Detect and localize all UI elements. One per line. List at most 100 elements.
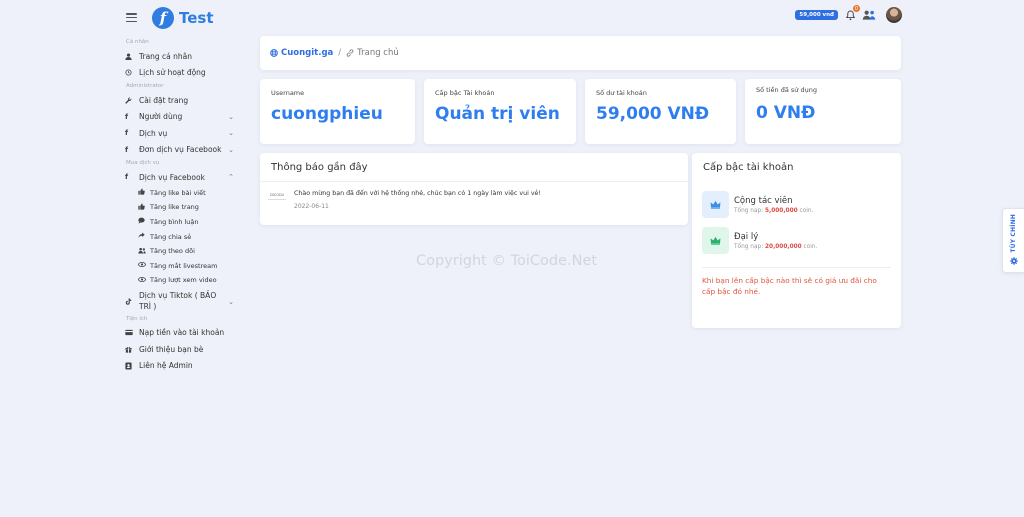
sidebar-item-users[interactable]: f Người dùng ⌄	[118, 109, 242, 126]
sidebar-item-label: Trang cá nhân	[139, 51, 193, 61]
chevron-up-icon: ⌃	[228, 173, 234, 182]
tier-name: Đại lý	[734, 231, 759, 242]
brand-logo[interactable]: f Test	[152, 7, 214, 29]
breadcrumb-separator: /	[338, 48, 342, 58]
panel-title: Cấp bậc tài khoản	[703, 161, 794, 173]
sidebar-subitem-followers[interactable]: Tăng theo dõi	[118, 244, 242, 259]
notice-text: Chào mừng bạn đã đến với hệ thống nhé, c…	[294, 190, 541, 197]
menu-toggle-button[interactable]	[126, 13, 137, 22]
stat-label: Username	[271, 89, 305, 97]
recent-notices-panel: Thông báo gần đây DICOD4 Chào mừng bạn đ…	[260, 153, 688, 225]
sidebar-item-activity-history[interactable]: Lịch sử hoạt động	[118, 65, 242, 82]
history-icon	[125, 69, 139, 76]
tier-suffix: coin.	[803, 243, 818, 250]
sidebar-subitem-label: Tăng like bài viết	[150, 188, 206, 197]
sidebar-subitem-label: Tăng mắt livestream	[150, 261, 218, 270]
stat-value: Quản trị viên	[435, 104, 560, 124]
tier-amount: 5,000,000	[765, 207, 798, 214]
stat-value: 0 VNĐ	[756, 103, 816, 123]
sidebar-subitem-post-likes[interactable]: Tăng like bài viết	[118, 186, 242, 201]
eye-icon	[137, 276, 150, 285]
gear-icon	[1009, 257, 1018, 267]
sidebar-item-contact-admin[interactable]: Liên hệ Admin	[118, 358, 242, 375]
comment-icon	[138, 217, 150, 226]
notice-date: 2022-06-11	[294, 203, 329, 210]
tiktok-icon	[125, 298, 139, 305]
sidebar-item-label: Đơn dịch vụ Facebook	[139, 145, 222, 155]
tier-item: Cộng tác viên Tổng nạp: 5,000,000 coin.	[692, 191, 901, 218]
facebook-icon: f	[125, 112, 129, 121]
tier-item: Đại lý Tổng nạp: 20,000,000 coin.	[692, 227, 901, 254]
sidebar-item-label: Giới thiệu bạn bè	[139, 344, 204, 354]
crown-icon	[702, 191, 729, 218]
eye-icon	[137, 261, 150, 270]
breadcrumb-current: Trang chủ	[357, 48, 399, 58]
sidebar-subitem-label: Tăng lượt xem video	[150, 276, 217, 285]
sidebar-subitem-livestream-views[interactable]: Tăng mắt livestream	[118, 258, 242, 273]
users-button[interactable]	[862, 8, 876, 22]
sidebar-item-profile[interactable]: Trang cá nhân	[118, 48, 242, 65]
facebook-icon: f	[125, 145, 129, 154]
tier-note: Khi bạn lên cấp bậc nào thì sẽ có giá ưu…	[702, 276, 877, 296]
users-icon	[138, 247, 150, 256]
share-icon	[138, 232, 150, 241]
customize-label: TÙY CHỈNH	[1010, 214, 1017, 253]
crown-icon	[702, 227, 729, 254]
user-icon	[125, 53, 139, 60]
breadcrumb-home-link[interactable]: Cuongit.ga	[281, 48, 333, 58]
sidebar-item-site-settings[interactable]: Cài đặt trang	[118, 92, 242, 109]
stat-label: Số tiền đã sử dụng	[756, 86, 817, 94]
sidebar-item-label: Cài đặt trang	[139, 95, 189, 105]
avatar[interactable]	[886, 7, 902, 23]
sidebar-item-label: Nạp tiền vào tài khoản	[139, 328, 225, 338]
tier-requirement: Tổng nạp: 20,000,000 coin.	[734, 244, 817, 250]
sidebar-item-refer-friends[interactable]: Giới thiệu bạn bè	[118, 341, 242, 358]
topbar-actions: 59,000 vnđ 0	[795, 5, 902, 23]
sidebar-section-title: Tiện ích	[126, 315, 148, 322]
tier-requirement: Tổng nạp: 5,000,000 coin.	[734, 208, 813, 214]
tier-amount: 20,000,000	[765, 243, 802, 250]
hamburger-line	[126, 13, 137, 15]
gift-icon	[125, 346, 139, 353]
sidebar-item-facebook-orders[interactable]: f Đơn dịch vụ Facebook ⌄	[118, 142, 242, 159]
customize-button[interactable]: TÙY CHỈNH	[1002, 208, 1024, 273]
credit-card-icon	[125, 329, 139, 336]
sidebar-item-label: Dịch vụ	[139, 128, 168, 138]
panel-title: Thông báo gần đây	[260, 153, 688, 182]
facebook-icon: f	[125, 129, 129, 138]
chevron-down-icon: ⌄	[228, 129, 234, 138]
sidebar-item-facebook-services[interactable]: f Dịch vụ Facebook ⌃	[118, 169, 242, 186]
sidebar-subitem-video-views[interactable]: Tăng lượt xem video	[118, 273, 242, 288]
users-icon	[862, 10, 876, 20]
sidebar: Cá nhân Trang cá nhân Lịch sử hoạt động …	[118, 37, 242, 374]
breadcrumb: Cuongit.ga / Trang chủ	[260, 36, 901, 70]
balance-badge[interactable]: 59,000 vnđ	[795, 10, 838, 20]
stat-card-balance: Số dư tài khoản 59,000 VNĐ	[585, 79, 736, 144]
sidebar-subitem-comments[interactable]: Tăng bình luận	[118, 215, 242, 230]
sidebar-item-services[interactable]: f Dịch vụ ⌄	[118, 125, 242, 142]
sidebar-item-top-up[interactable]: Nạp tiền vào tài khoản	[118, 325, 242, 342]
link-icon	[346, 49, 354, 57]
stat-card-username: Username cuongphieu	[260, 79, 415, 144]
logo-icon: f	[152, 7, 174, 29]
notification-button[interactable]: 0	[843, 5, 860, 22]
sidebar-item-label: Dịch vụ Facebook	[139, 172, 205, 182]
sidebar-subitem-shares[interactable]: Tăng chia sẻ	[118, 229, 242, 244]
sidebar-section-title: Cá nhân	[126, 39, 149, 45]
sidebar-item-label: Người dùng	[139, 112, 183, 122]
wrench-icon	[125, 97, 139, 104]
sidebar-item-label: Lịch sử hoạt động	[139, 68, 206, 78]
account-tiers-panel: Cấp bậc tài khoản Cộng tác viên Tổng nạp…	[692, 153, 901, 328]
divider	[702, 267, 891, 268]
stat-card-spent: Số tiền đã sử dụng 0 VNĐ	[745, 79, 901, 144]
sidebar-subitem-label: Tăng bình luận	[150, 217, 199, 226]
sidebar-subitem-page-likes[interactable]: Tăng like trang	[118, 200, 242, 215]
list-item[interactable]: DICOD4 Chào mừng bạn đã đến với hệ thống…	[260, 182, 688, 218]
chevron-down-icon: ⌄	[228, 145, 234, 154]
sidebar-item-label: Liên hệ Admin	[139, 361, 193, 371]
sidebar-item-tiktok-services[interactable]: Dịch vụ Tiktok ( BẢO TRÌ ) ⌄	[118, 290, 242, 314]
stat-value: cuongphieu	[271, 104, 383, 124]
thumbs-up-icon	[138, 188, 150, 197]
sidebar-section-title: Administrator	[126, 83, 164, 89]
watermark: Copyright © ToiCode.Net	[416, 253, 598, 269]
